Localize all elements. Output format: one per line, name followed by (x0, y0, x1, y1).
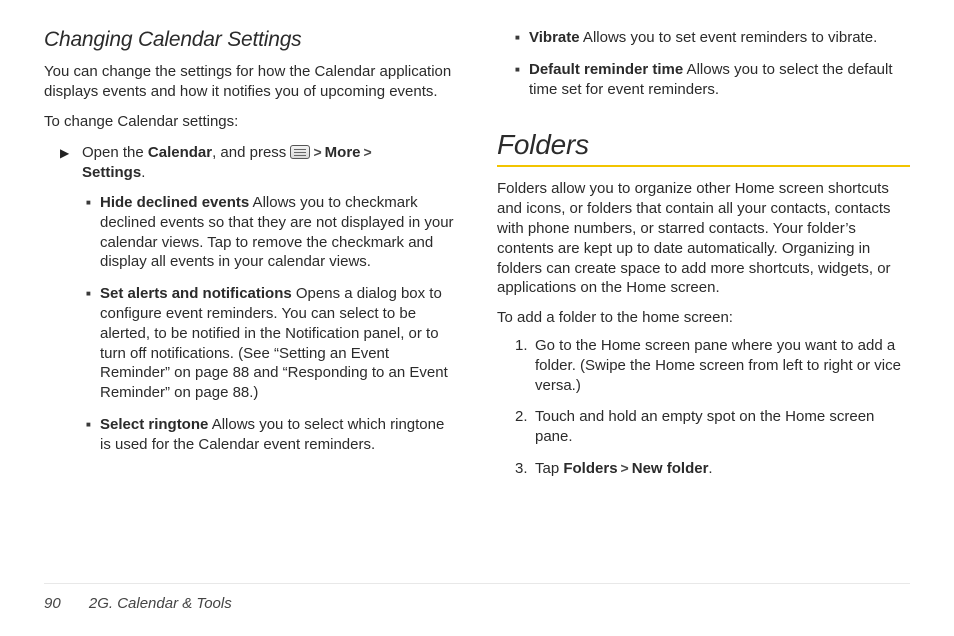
left-bullets: ■ Hide declined events Allows you to che… (86, 193, 457, 467)
bullet-desc: Allows you to set event reminders to vib… (580, 29, 878, 46)
play-marker-icon: ▶ (60, 146, 82, 162)
folders-lead: To add a folder to the home screen: (497, 308, 910, 328)
period: . (141, 164, 145, 181)
open-mid: , and press (212, 144, 290, 161)
page-number: 90 (44, 595, 61, 612)
step-number: 2. (515, 407, 535, 447)
open-pre: Open the (82, 144, 148, 161)
settings-bold: Settings (82, 164, 141, 181)
bullet-title: Set alerts and notifications (100, 285, 292, 302)
step-text: Touch and hold an empty spot on the Home… (535, 407, 910, 447)
lead-instruction: To change Calendar settings: (44, 112, 457, 132)
square-bullet-icon: ■ (86, 289, 100, 403)
step3-post: . (708, 460, 712, 477)
right-top-bullets: ■ Vibrate Allows you to set event remind… (515, 28, 910, 111)
step-number: 1. (515, 336, 535, 395)
chevron-icon: > (361, 143, 375, 161)
bullet-default-reminder: ■ Default reminder time Allows you to se… (515, 60, 910, 100)
square-bullet-icon: ■ (515, 33, 529, 48)
bullet-set-alerts: ■ Set alerts and notifications Opens a d… (86, 284, 457, 403)
step3-pre: Tap (535, 460, 563, 477)
step-text: Go to the Home screen pane where you wan… (535, 336, 910, 395)
intro-paragraph: You can change the settings for how the … (44, 62, 457, 102)
bullet-text: Hide declined events Allows you to check… (100, 193, 457, 272)
more-bold: More (325, 144, 361, 161)
folders-intro: Folders allow you to organize other Home… (497, 179, 910, 298)
square-bullet-icon: ■ (86, 198, 100, 272)
bullet-text: Default reminder time Allows you to sele… (529, 60, 910, 100)
bullet-vibrate: ■ Vibrate Allows you to set event remind… (515, 28, 910, 48)
page-footer: 90 2G. Calendar & Tools (44, 595, 232, 612)
bullet-text: Select ringtone Allows you to select whi… (100, 415, 457, 455)
folders-steps: 1. Go to the Home screen pane where you … (515, 336, 910, 491)
bullet-title: Hide declined events (100, 194, 249, 211)
square-bullet-icon: ■ (515, 65, 529, 100)
bullet-desc: Opens a dialog box to configure event re… (100, 285, 448, 401)
bullet-text: Vibrate Allows you to set event reminder… (529, 28, 910, 48)
square-bullet-icon: ■ (86, 420, 100, 455)
right-column: ■ Vibrate Allows you to set event remind… (497, 28, 910, 558)
heading-changing-calendar-settings: Changing Calendar Settings (44, 28, 457, 52)
chevron-icon: > (618, 459, 632, 477)
step-text: Tap Folders>New folder. (535, 459, 910, 479)
step-2: 2. Touch and hold an empty spot on the H… (515, 407, 910, 447)
folders-bold: Folders (563, 460, 617, 477)
bullet-hide-declined: ■ Hide declined events Allows you to che… (86, 193, 457, 272)
bullet-select-ringtone: ■ Select ringtone Allows you to select w… (86, 415, 457, 455)
page-columns: Changing Calendar Settings You can chang… (44, 28, 910, 558)
bullet-title: Select ringtone (100, 416, 208, 433)
chevron-icon: > (310, 143, 324, 161)
footer-divider (44, 583, 910, 584)
bullet-text: Set alerts and notifications Opens a dia… (100, 284, 457, 403)
calendar-bold: Calendar (148, 144, 212, 161)
bullet-title: Default reminder time (529, 61, 683, 78)
menu-icon (290, 145, 310, 159)
open-calendar-step: ▶ Open the Calendar, and press >More> Set… (60, 143, 457, 183)
new-folder-bold: New folder (632, 460, 709, 477)
step-3: 3. Tap Folders>New folder. (515, 459, 910, 479)
step-number: 3. (515, 459, 535, 479)
section-title: 2G. Calendar & Tools (89, 595, 232, 612)
left-column: Changing Calendar Settings You can chang… (44, 28, 457, 558)
heading-folders: Folders (497, 129, 910, 161)
step-1: 1. Go to the Home screen pane where you … (515, 336, 910, 395)
section-divider (497, 165, 910, 167)
open-calendar-text: Open the Calendar, and press >More> Setti… (82, 143, 457, 183)
bullet-title: Vibrate (529, 29, 580, 46)
